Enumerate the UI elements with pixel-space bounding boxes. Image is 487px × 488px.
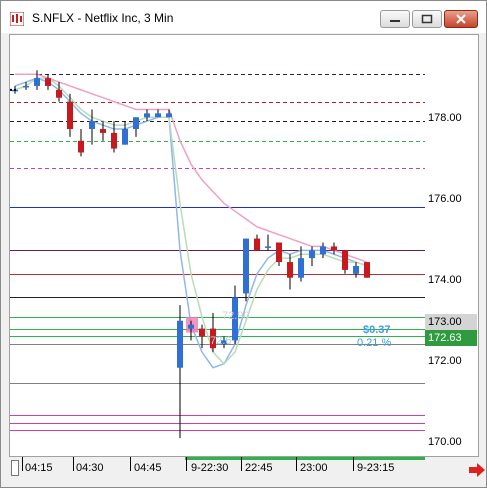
candle-body [320, 246, 326, 255]
price-axis-label: 172.00 [428, 355, 462, 367]
candle-body [342, 250, 348, 270]
candle-body [364, 262, 370, 278]
price-axis-label: 174.00 [428, 274, 462, 286]
time-tick [296, 457, 297, 471]
price-axis[interactable]: 178.00 176.00 174.00 172.00 170.00 173.0… [425, 35, 478, 456]
candle-body [287, 262, 293, 278]
candle-body [265, 246, 271, 248]
time-axis-label: 04:15 [25, 462, 53, 474]
time-tick [130, 457, 131, 471]
time-axis-label: 22:45 [245, 462, 273, 474]
maximize-button[interactable] [412, 10, 442, 28]
price-axis-label: 170.00 [428, 436, 462, 448]
scroll-right-arrow-icon[interactable] [468, 463, 486, 477]
candle-body [298, 258, 304, 278]
candle-body [144, 113, 150, 118]
time-axis-label: 04:45 [134, 462, 162, 474]
time-axis-label: 9-23:15 [357, 462, 395, 474]
faded-level-label-2: 72.6 [210, 335, 232, 347]
minimize-button[interactable] [380, 10, 410, 28]
candle-body [188, 324, 194, 329]
time-tick [241, 457, 242, 471]
price-axis-label: 176.00 [428, 193, 462, 205]
time-tick [73, 457, 74, 471]
close-icon [456, 14, 466, 24]
chart-window: S.NFLX - Netflix Inc, 3 Min $0.37 0.21 %… [0, 0, 487, 488]
minimize-icon [390, 20, 400, 22]
candle-body [89, 121, 95, 130]
close-button[interactable] [444, 10, 478, 28]
chart-canvas [10, 70, 425, 439]
faded-level-label-1: 72.90 [222, 310, 250, 322]
time-axis-label: 23:00 [300, 462, 328, 474]
candle-body [166, 113, 172, 118]
candle-body [56, 89, 62, 98]
price-chart[interactable]: $0.37 0.21 % 72.90 72.6 [10, 35, 425, 456]
time-axis[interactable]: 04:15 04:30 04:45 9-22:30 22:45 23:00 9-… [10, 457, 485, 481]
current-price-tag: 173.00 [425, 314, 477, 330]
candle-body [309, 250, 315, 259]
change-percent-label: 0.21 % [357, 337, 392, 349]
maximize-icon [421, 14, 433, 24]
time-tick [186, 457, 187, 471]
window-title: S.NFLX - Netflix Inc, 3 Min [32, 11, 174, 25]
candle-body [177, 320, 183, 368]
candle-body [353, 265, 359, 274]
time-tick [353, 457, 354, 471]
last-price-tag: 172.63 [425, 330, 477, 346]
candle-body [111, 132, 117, 149]
time-tick [22, 457, 23, 471]
candle-body [78, 140, 84, 153]
candle-body [243, 238, 249, 294]
session-marker [185, 457, 425, 460]
candle-body [23, 85, 29, 88]
candle-body [34, 78, 40, 86]
candle-body [155, 113, 161, 118]
change-amount-label: $0.37 [363, 324, 391, 336]
time-axis-label: 04:30 [76, 462, 104, 474]
candle-body [199, 328, 205, 337]
candle-body [45, 78, 51, 86]
time-axis-label: 9-22:30 [191, 462, 229, 474]
title-bar[interactable]: S.NFLX - Netflix Inc, 3 Min [1, 1, 486, 33]
price-axis-label: 178.00 [428, 112, 462, 124]
candle-body [122, 129, 128, 145]
candle-body [67, 101, 73, 130]
chart-app-icon [10, 12, 24, 26]
candle-body [331, 246, 337, 251]
candle-body [276, 242, 282, 263]
candle-body [254, 238, 260, 251]
candle-body [100, 129, 106, 133]
scroll-handle[interactable] [11, 460, 19, 476]
candle-body [133, 117, 139, 130]
